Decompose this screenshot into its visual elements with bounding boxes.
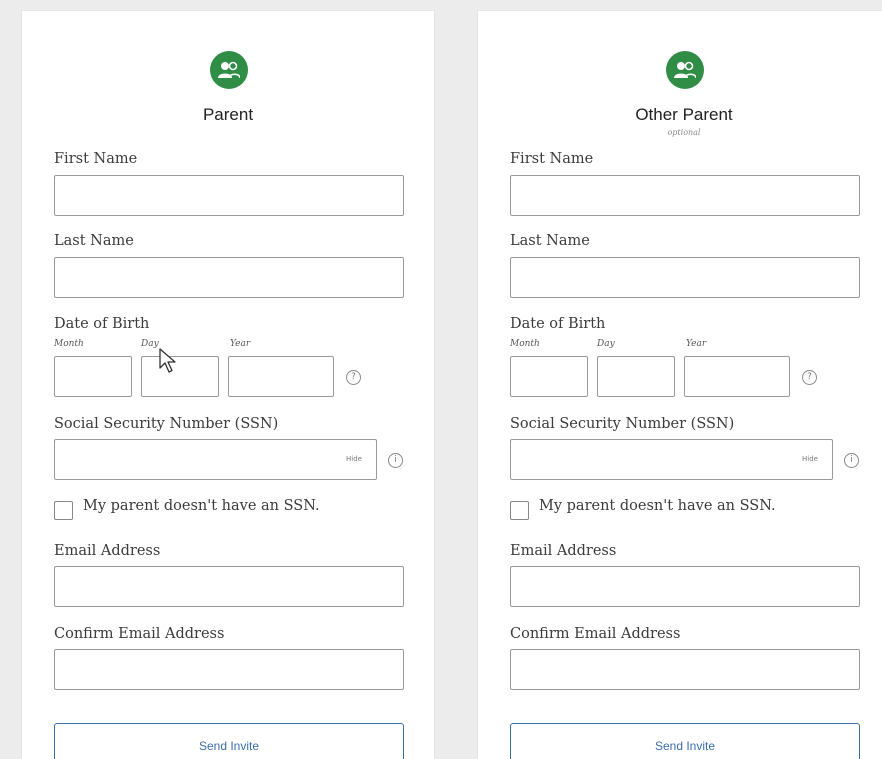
email-label: Email Address	[510, 543, 617, 559]
confirm-email-input[interactable]	[510, 649, 860, 690]
last-name-label: Last Name	[54, 233, 134, 249]
ssn-info-icon[interactable]: i	[844, 453, 859, 468]
year-label: Year	[230, 339, 251, 349]
confirm-email-input[interactable]	[54, 649, 404, 690]
no-ssn-checkbox[interactable]	[510, 501, 529, 520]
email-input[interactable]	[54, 566, 404, 607]
ssn-hide-toggle[interactable]: Hide	[346, 455, 362, 463]
dob-help-icon[interactable]: ?	[802, 370, 817, 385]
first-name-label: First Name	[510, 151, 594, 167]
send-invite-button[interactable]: Send Invite	[54, 723, 404, 759]
last-name-label: Last Name	[510, 233, 590, 249]
day-label: Day	[141, 339, 159, 349]
card-title: Other Parent	[635, 105, 733, 124]
dob-year-input[interactable]	[684, 356, 790, 397]
ssn-info-icon[interactable]: i	[388, 453, 403, 468]
no-ssn-label: My parent doesn't have an SSN.	[539, 498, 776, 514]
ssn-input[interactable]: Hide	[54, 439, 377, 480]
mouse-pointer-icon	[159, 348, 176, 373]
dob-day-input[interactable]	[141, 356, 219, 397]
day-label: Day	[597, 339, 615, 349]
parent-users-icon	[210, 51, 248, 89]
confirm-email-label: Confirm Email Address	[54, 626, 225, 642]
ssn-hide-toggle[interactable]: Hide	[802, 455, 818, 463]
other-parent-card: Other Parent optional First Name Last Na…	[477, 10, 882, 759]
no-ssn-checkbox[interactable]	[54, 501, 73, 520]
year-label: Year	[686, 339, 707, 349]
ssn-label: Social Security Number (SSN)	[510, 416, 735, 432]
confirm-email-label: Confirm Email Address	[510, 626, 681, 642]
first-name-input[interactable]	[54, 175, 404, 216]
email-input[interactable]	[510, 566, 860, 607]
send-invite-button[interactable]: Send Invite	[510, 723, 860, 759]
first-name-label: First Name	[54, 151, 138, 167]
last-name-input[interactable]	[54, 257, 404, 298]
dob-month-input[interactable]	[54, 356, 132, 397]
dob-day-input[interactable]	[597, 356, 675, 397]
month-label: Month	[54, 339, 84, 349]
month-label: Month	[510, 339, 540, 349]
parent-card: Parent First Name Last Name Date of Birt…	[21, 10, 435, 759]
ssn-label: Social Security Number (SSN)	[54, 416, 279, 432]
no-ssn-label: My parent doesn't have an SSN.	[83, 498, 320, 514]
card-title: Parent	[202, 105, 254, 124]
dob-month-input[interactable]	[510, 356, 588, 397]
dob-label: Date of Birth	[510, 316, 606, 332]
first-name-input[interactable]	[510, 175, 860, 216]
dob-help-icon[interactable]: ?	[346, 370, 361, 385]
dob-label: Date of Birth	[54, 316, 150, 332]
dob-year-input[interactable]	[228, 356, 334, 397]
last-name-input[interactable]	[510, 257, 860, 298]
ssn-input[interactable]: Hide	[510, 439, 833, 480]
parent-users-icon	[666, 51, 704, 89]
card-subtitle: optional	[667, 128, 701, 137]
email-label: Email Address	[54, 543, 161, 559]
